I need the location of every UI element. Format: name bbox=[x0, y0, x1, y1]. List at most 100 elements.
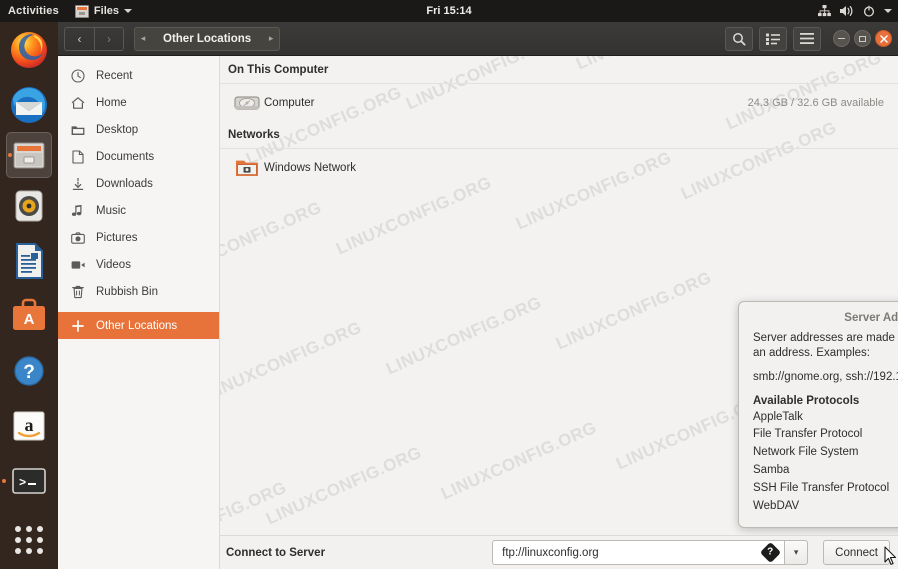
dock-item-firefox[interactable] bbox=[0, 22, 58, 77]
sidebar-item-videos[interactable]: Videos bbox=[58, 251, 219, 278]
minimize-button[interactable] bbox=[833, 30, 850, 47]
back-button[interactable]: ‹ bbox=[64, 27, 94, 51]
network-icon bbox=[818, 5, 831, 17]
sidebar-item-home[interactable]: Home bbox=[58, 89, 219, 116]
files-window: ‹ › ◂ Other Locations ▸ bbox=[58, 22, 898, 569]
music-icon bbox=[70, 204, 86, 218]
protocol-name: WebDAV bbox=[753, 498, 898, 516]
watermark: LINUXCONFIG.ORG bbox=[263, 443, 425, 530]
window-headerbar: ‹ › ◂ Other Locations ▸ bbox=[58, 22, 898, 56]
sidebar-item-documents[interactable]: Documents bbox=[58, 143, 219, 170]
sidebar-item-label: Rubbish Bin bbox=[96, 286, 158, 298]
protocol-name: SSH File Transfer Protocol bbox=[753, 480, 898, 498]
power-icon bbox=[863, 5, 875, 17]
location-row-computer[interactable]: Computer 24.3 GB / 32.6 GB available bbox=[220, 83, 898, 121]
video-icon bbox=[70, 260, 86, 270]
app-grid-icon bbox=[15, 526, 43, 554]
dock-item-terminal[interactable]: > bbox=[0, 453, 58, 508]
breadcrumb: ◂ Other Locations ▸ bbox=[134, 27, 280, 51]
section-heading-on-this-computer: On This Computer bbox=[220, 56, 898, 83]
help-icon[interactable]: ? bbox=[760, 542, 781, 563]
location-capacity: 24.3 GB / 32.6 GB available bbox=[748, 97, 884, 109]
sidebar-item-label: Downloads bbox=[96, 178, 153, 190]
ubuntu-desktop: Activities Files Fri 15:14 bbox=[0, 0, 898, 569]
popover-title: Server Addresses bbox=[753, 312, 898, 324]
list-view-icon bbox=[766, 33, 780, 45]
location-label: Computer bbox=[264, 97, 748, 109]
dock-item-rhythmbox[interactable] bbox=[0, 178, 58, 233]
minimize-icon bbox=[838, 38, 845, 39]
hamburger-menu-icon bbox=[800, 33, 814, 44]
popover-examples: smb://gnome.org, ssh://192.168.0.1, ftp:… bbox=[753, 370, 898, 385]
dock-item-thunderbird[interactable] bbox=[0, 77, 58, 132]
server-history-dropdown-button[interactable]: ▾ bbox=[784, 540, 808, 565]
dock-item-files[interactable] bbox=[6, 132, 52, 178]
main-menu-button[interactable] bbox=[793, 27, 821, 51]
libreoffice-writer-icon bbox=[9, 241, 49, 281]
dock-item-libreoffice-writer[interactable] bbox=[0, 233, 58, 288]
sidebar-item-rubbish-bin[interactable]: Rubbish Bin bbox=[58, 278, 219, 305]
search-button[interactable] bbox=[725, 27, 753, 51]
view-toggle-button[interactable] bbox=[759, 27, 787, 51]
protocol-name: File Transfer Protocol bbox=[753, 426, 898, 444]
chevron-down-icon: ▾ bbox=[794, 547, 799, 558]
breadcrumb-scroll-left-icon[interactable]: ◂ bbox=[135, 33, 151, 44]
maximize-button[interactable] bbox=[854, 30, 871, 47]
server-address-input[interactable]: ftp://linuxconfig.org ? bbox=[492, 540, 784, 565]
protocol-name: Samba bbox=[753, 462, 898, 480]
terminal-icon: > bbox=[9, 461, 49, 501]
window-controls bbox=[833, 30, 892, 47]
harddisk-icon bbox=[230, 93, 264, 113]
server-address-entry-group: ftp://linuxconfig.org ? ▾ bbox=[492, 540, 808, 565]
server-address-value: ftp://linuxconfig.org bbox=[502, 547, 763, 559]
locations-pane: LINUXCONFIG.ORG LINUXCONFIG.ORG LINUXCON… bbox=[220, 56, 898, 569]
network-folder-icon bbox=[230, 158, 264, 178]
camera-icon bbox=[70, 232, 86, 244]
download-icon bbox=[70, 177, 86, 191]
home-icon bbox=[70, 96, 86, 110]
connect-to-server-label: Connect to Server bbox=[226, 547, 325, 559]
protocol-column-header: Available Protocols bbox=[753, 395, 898, 407]
places-sidebar: Recent Home bbox=[58, 56, 220, 569]
locations-content: On This Computer Computer bbox=[220, 56, 898, 186]
svg-text:>: > bbox=[19, 476, 26, 490]
trash-icon bbox=[70, 285, 86, 299]
dock-item-amazon[interactable]: a bbox=[0, 398, 58, 453]
breadcrumb-scroll-right-icon[interactable]: ▸ bbox=[263, 33, 279, 44]
dock-item-ubuntu-software[interactable]: A bbox=[0, 288, 58, 343]
sidebar-item-label: Music bbox=[96, 205, 126, 217]
sidebar-item-downloads[interactable]: Downloads bbox=[58, 170, 219, 197]
close-button[interactable] bbox=[875, 30, 892, 47]
show-applications-button[interactable] bbox=[0, 517, 58, 563]
protocol-row: File Transfer Protocol ftp:// or ftps:// bbox=[753, 426, 898, 444]
amazon-icon: a bbox=[9, 406, 49, 446]
sidebar-separator bbox=[58, 305, 219, 312]
protocol-name: AppleTalk bbox=[753, 409, 898, 427]
location-label: Windows Network bbox=[264, 162, 884, 174]
location-row-windows-network[interactable]: Windows Network bbox=[220, 148, 898, 186]
firefox-icon bbox=[9, 30, 49, 70]
forward-button[interactable]: › bbox=[94, 27, 124, 51]
watermark: LINUXCONFIG.ORG bbox=[438, 418, 600, 505]
breadcrumb-item-other-locations[interactable]: Other Locations bbox=[151, 33, 263, 45]
system-tray[interactable] bbox=[818, 5, 892, 17]
sidebar-item-music[interactable]: Music bbox=[58, 197, 219, 224]
popover-description: Server addresses are made up of a protoc… bbox=[753, 331, 898, 361]
sidebar-item-label: Desktop bbox=[96, 124, 138, 136]
dock-item-help[interactable]: ? bbox=[0, 343, 58, 398]
connect-button[interactable]: Connect bbox=[823, 540, 890, 565]
svg-text:a: a bbox=[25, 415, 34, 435]
thunderbird-icon bbox=[9, 85, 49, 125]
protocol-row: Samba smb:// bbox=[753, 462, 898, 480]
sidebar-item-pictures[interactable]: Pictures bbox=[58, 224, 219, 251]
clock-icon bbox=[70, 69, 86, 83]
sidebar-item-recent[interactable]: Recent bbox=[58, 62, 219, 89]
navigation-buttons: ‹ › bbox=[64, 27, 124, 51]
clock[interactable]: Fri 15:14 bbox=[0, 5, 898, 17]
system-menu-chevron-down-icon[interactable] bbox=[884, 9, 892, 13]
window-body: Recent Home bbox=[58, 56, 898, 569]
sidebar-item-label: Home bbox=[96, 97, 127, 109]
protocol-row: WebDAV dav:// or davs:// bbox=[753, 498, 898, 516]
sidebar-item-other-locations[interactable]: Other Locations bbox=[58, 312, 219, 339]
sidebar-item-desktop[interactable]: Desktop bbox=[58, 116, 219, 143]
